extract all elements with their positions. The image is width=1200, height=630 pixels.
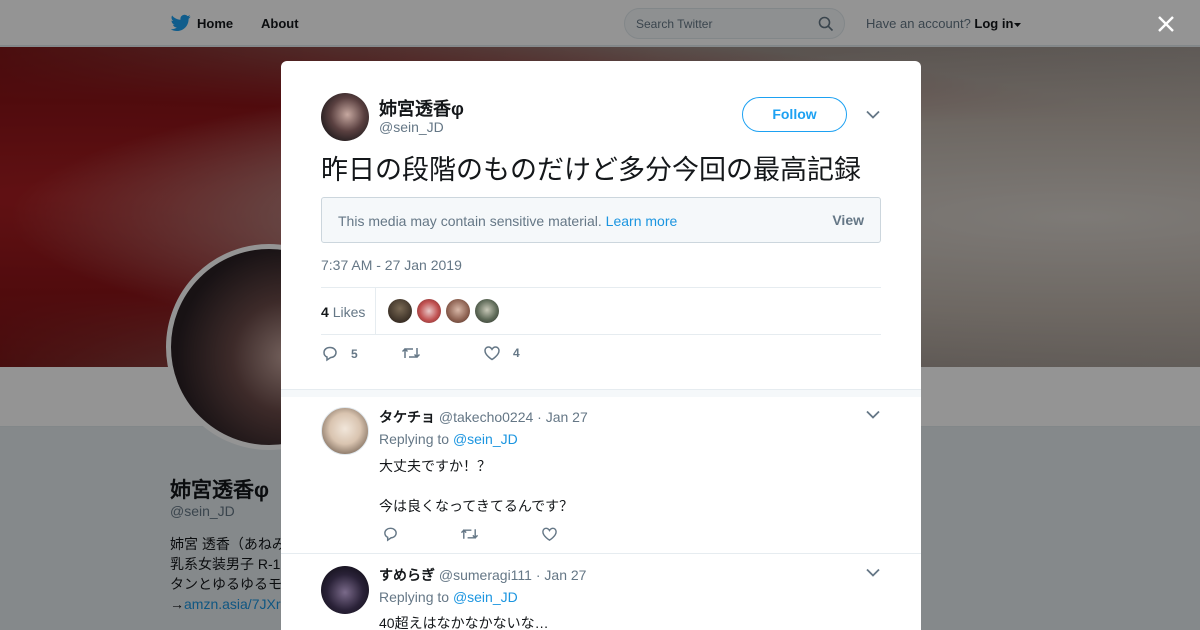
reply-button[interactable]: 5 (321, 345, 358, 362)
likes-stat[interactable]: 4 Likes (321, 304, 365, 320)
replies-separator (281, 389, 921, 397)
chevron-down-icon[interactable] (866, 568, 880, 577)
stats-divider (375, 288, 376, 334)
learn-more-link[interactable]: Learn more (606, 213, 678, 229)
liker-avatar[interactable] (417, 299, 441, 323)
retweet-button[interactable] (401, 345, 433, 361)
likes-count: 4 (321, 304, 329, 320)
reply-count: 5 (351, 346, 358, 361)
replying-to-handle[interactable]: @sein_JD (453, 431, 518, 447)
like-count: 4 (513, 346, 520, 360)
like-button[interactable]: 4 (483, 345, 520, 361)
reply-text-line: 今は良くなってきてるんです？ (379, 498, 574, 514)
close-icon[interactable] (1156, 14, 1176, 34)
reply-icon[interactable] (382, 526, 399, 542)
likes-label: Likes (332, 304, 366, 320)
liker-avatar[interactable] (446, 299, 470, 323)
replying-to-handle[interactable]: @sein_JD (453, 589, 518, 605)
tweet-timestamp[interactable]: 7:37 AM - 27 Jan 2019 (321, 257, 462, 273)
follow-button[interactable]: Follow (742, 97, 847, 132)
tweet-actions: 5 4 (321, 345, 881, 367)
reply-date[interactable]: · Jan 27 (537, 409, 588, 425)
chevron-down-icon[interactable] (866, 410, 880, 419)
tweet-modal: 姉宮透香φ @sein_JD Follow 昨日の段階のものだけど多分今回の最高… (281, 61, 921, 630)
reply-text-line: 40超えはなかなかないな… (379, 615, 549, 630)
reply-icon (323, 346, 337, 362)
reply-header: タケチョ @takecho0224 · Jan 27 (379, 407, 588, 427)
chevron-down-icon[interactable] (866, 110, 880, 119)
view-media-button[interactable]: View (832, 212, 864, 228)
author-avatar[interactable] (321, 93, 369, 141)
heart-icon (484, 346, 500, 361)
tweet-stats: 4 Likes (321, 287, 881, 335)
reply-author-name[interactable]: タケチョ (379, 409, 435, 425)
retweet-icon[interactable] (460, 526, 479, 542)
liker-avatar[interactable] (475, 299, 499, 323)
retweet-icon (401, 347, 421, 359)
reply-divider (281, 553, 921, 554)
author-name[interactable]: 姉宮透香φ (379, 95, 464, 121)
reply-avatar[interactable] (321, 407, 369, 455)
reply-date[interactable]: · Jan 27 (536, 567, 587, 583)
reply-avatar[interactable] (321, 566, 369, 614)
replying-to: Replying to @sein_JD (379, 589, 518, 605)
replying-to: Replying to @sein_JD (379, 431, 518, 447)
reply-header: すめらぎ @sumeragi111 · Jan 27 (379, 565, 586, 585)
reply-author-handle[interactable]: @sumeragi111 (439, 567, 532, 583)
tweet-text: 昨日の段階のものだけど多分今回の最高記録 (321, 155, 861, 185)
heart-icon[interactable] (541, 526, 558, 542)
sensitive-media-text: This media may contain sensitive materia… (338, 213, 677, 229)
author-handle[interactable]: @sein_JD (379, 119, 444, 135)
replying-to-label: Replying to (379, 589, 450, 605)
liker-avatar[interactable] (388, 299, 412, 323)
sensitive-media-notice: This media may contain sensitive materia… (321, 197, 881, 243)
reply-text-line: 大丈夫ですか！？ (379, 458, 491, 474)
reply-author-name[interactable]: すめらぎ (379, 567, 435, 583)
sensitive-warning: This media may contain sensitive materia… (338, 213, 602, 229)
replying-to-label: Replying to (379, 431, 450, 447)
reply-author-handle[interactable]: @takecho0224 (439, 409, 533, 425)
